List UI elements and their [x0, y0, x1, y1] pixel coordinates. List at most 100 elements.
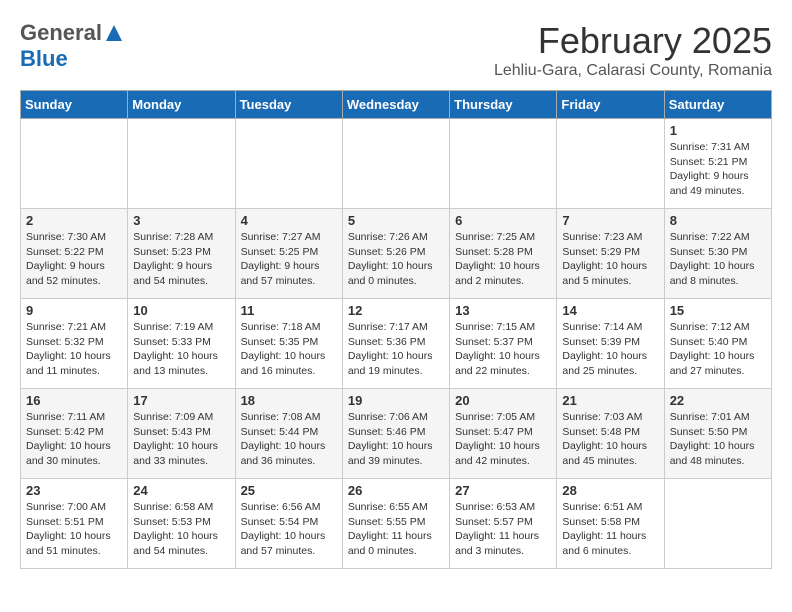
calendar-cell — [342, 119, 449, 209]
week-row-1: 2 Sunrise: 7:30 AM Sunset: 5:22 PM Daylig… — [21, 209, 772, 299]
day-number: 1 — [670, 123, 766, 138]
calendar-cell — [557, 119, 664, 209]
week-row-0: 1 Sunrise: 7:31 AM Sunset: 5:21 PM Daylig… — [21, 119, 772, 209]
day-number: 13 — [455, 303, 551, 318]
day-info: Sunrise: 7:22 AM Sunset: 5:30 PM Dayligh… — [670, 230, 766, 289]
day-number: 4 — [241, 213, 337, 228]
calendar-cell: 17 Sunrise: 7:09 AM Sunset: 5:43 PM Dayli… — [128, 389, 235, 479]
title-block: February 2025 Lehliu-Gara, Calarasi Coun… — [494, 20, 772, 80]
day-number: 22 — [670, 393, 766, 408]
header-day-friday: Friday — [557, 91, 664, 119]
day-info: Sunrise: 7:15 AM Sunset: 5:37 PM Dayligh… — [455, 320, 551, 379]
day-info: Sunrise: 6:51 AM Sunset: 5:58 PM Dayligh… — [562, 500, 658, 559]
calendar-cell: 24 Sunrise: 6:58 AM Sunset: 5:53 PM Dayli… — [128, 479, 235, 569]
day-number: 14 — [562, 303, 658, 318]
day-number: 25 — [241, 483, 337, 498]
day-number: 19 — [348, 393, 444, 408]
calendar-cell: 9 Sunrise: 7:21 AM Sunset: 5:32 PM Daylig… — [21, 299, 128, 389]
day-number: 12 — [348, 303, 444, 318]
day-number: 24 — [133, 483, 229, 498]
calendar-cell: 14Sunrise: 7:14 AM Sunset: 5:39 PM Dayli… — [557, 299, 664, 389]
header-day-sunday: Sunday — [21, 91, 128, 119]
header-day-wednesday: Wednesday — [342, 91, 449, 119]
calendar-cell: 10 Sunrise: 7:19 AM Sunset: 5:33 PM Dayli… — [128, 299, 235, 389]
calendar-cell: 23 Sunrise: 7:00 AM Sunset: 5:51 PM Dayli… — [21, 479, 128, 569]
calendar-cell: 27Sunrise: 6:53 AM Sunset: 5:57 PM Dayli… — [450, 479, 557, 569]
calendar-cell — [128, 119, 235, 209]
calendar-cell: 6 Sunrise: 7:25 AM Sunset: 5:28 PM Daylig… — [450, 209, 557, 299]
day-number: 27 — [455, 483, 551, 498]
logo-icon — [104, 23, 124, 43]
day-number: 7 — [562, 213, 658, 228]
day-info: Sunrise: 7:31 AM Sunset: 5:21 PM Dayligh… — [670, 140, 766, 199]
day-info: Sunrise: 7:30 AM Sunset: 5:22 PM Dayligh… — [26, 230, 122, 289]
calendar-table: SundayMondayTuesdayWednesdayThursdayFrid… — [20, 90, 772, 569]
day-info: Sunrise: 7:25 AM Sunset: 5:28 PM Dayligh… — [455, 230, 551, 289]
calendar-cell: 21 Sunrise: 7:03 AM Sunset: 5:48 PM Dayli… — [557, 389, 664, 479]
calendar-cell: 5 Sunrise: 7:26 AM Sunset: 5:26 PM Daylig… — [342, 209, 449, 299]
day-info: Sunrise: 7:19 AM Sunset: 5:33 PM Dayligh… — [133, 320, 229, 379]
day-number: 20 — [455, 393, 551, 408]
day-info: Sunrise: 7:26 AM Sunset: 5:26 PM Dayligh… — [348, 230, 444, 289]
day-number: 17 — [133, 393, 229, 408]
week-row-2: 9 Sunrise: 7:21 AM Sunset: 5:32 PM Daylig… — [21, 299, 772, 389]
calendar-cell: 13 Sunrise: 7:15 AM Sunset: 5:37 PM Dayli… — [450, 299, 557, 389]
calendar-cell: 12 Sunrise: 7:17 AM Sunset: 5:36 PM Dayli… — [342, 299, 449, 389]
day-number: 8 — [670, 213, 766, 228]
day-number: 9 — [26, 303, 122, 318]
day-info: Sunrise: 7:01 AM Sunset: 5:50 PM Dayligh… — [670, 410, 766, 469]
day-number: 10 — [133, 303, 229, 318]
calendar-cell: 20Sunrise: 7:05 AM Sunset: 5:47 PM Dayli… — [450, 389, 557, 479]
day-info: Sunrise: 7:11 AM Sunset: 5:42 PM Dayligh… — [26, 410, 122, 469]
logo-general-text: General — [20, 20, 102, 46]
calendar-cell: 16 Sunrise: 7:11 AM Sunset: 5:42 PM Dayli… — [21, 389, 128, 479]
day-info: Sunrise: 7:09 AM Sunset: 5:43 PM Dayligh… — [133, 410, 229, 469]
calendar-cell: 2 Sunrise: 7:30 AM Sunset: 5:22 PM Daylig… — [21, 209, 128, 299]
day-info: Sunrise: 7:21 AM Sunset: 5:32 PM Dayligh… — [26, 320, 122, 379]
day-number: 3 — [133, 213, 229, 228]
day-info: Sunrise: 7:08 AM Sunset: 5:44 PM Dayligh… — [241, 410, 337, 469]
calendar-header-row: SundayMondayTuesdayWednesdayThursdayFrid… — [21, 91, 772, 119]
day-number: 2 — [26, 213, 122, 228]
header-day-thursday: Thursday — [450, 91, 557, 119]
calendar-cell: 22 Sunrise: 7:01 AM Sunset: 5:50 PM Dayli… — [664, 389, 771, 479]
week-row-3: 16 Sunrise: 7:11 AM Sunset: 5:42 PM Dayli… — [21, 389, 772, 479]
day-number: 15 — [670, 303, 766, 318]
calendar-cell: 25 Sunrise: 6:56 AM Sunset: 5:54 PM Dayli… — [235, 479, 342, 569]
day-info: Sunrise: 6:56 AM Sunset: 5:54 PM Dayligh… — [241, 500, 337, 559]
day-info: Sunrise: 7:12 AM Sunset: 5:40 PM Dayligh… — [670, 320, 766, 379]
calendar-cell — [21, 119, 128, 209]
day-number: 5 — [348, 213, 444, 228]
day-info: Sunrise: 7:06 AM Sunset: 5:46 PM Dayligh… — [348, 410, 444, 469]
day-info: Sunrise: 6:58 AM Sunset: 5:53 PM Dayligh… — [133, 500, 229, 559]
page-header: General Blue February 2025 Lehliu-Gara, … — [20, 20, 772, 80]
calendar-cell: 26Sunrise: 6:55 AM Sunset: 5:55 PM Dayli… — [342, 479, 449, 569]
day-info: Sunrise: 7:03 AM Sunset: 5:48 PM Dayligh… — [562, 410, 658, 469]
calendar-cell: 1 Sunrise: 7:31 AM Sunset: 5:21 PM Daylig… — [664, 119, 771, 209]
calendar-cell — [664, 479, 771, 569]
day-info: Sunrise: 7:23 AM Sunset: 5:29 PM Dayligh… — [562, 230, 658, 289]
day-number: 23 — [26, 483, 122, 498]
day-info: Sunrise: 7:17 AM Sunset: 5:36 PM Dayligh… — [348, 320, 444, 379]
day-number: 16 — [26, 393, 122, 408]
day-number: 6 — [455, 213, 551, 228]
logo-blue-text: Blue — [20, 46, 68, 71]
day-info: Sunrise: 6:55 AM Sunset: 5:55 PM Dayligh… — [348, 500, 444, 559]
location-title: Lehliu-Gara, Calarasi County, Romania — [494, 62, 772, 80]
calendar-cell: 18 Sunrise: 7:08 AM Sunset: 5:44 PM Dayli… — [235, 389, 342, 479]
day-number: 18 — [241, 393, 337, 408]
calendar-cell: 8 Sunrise: 7:22 AM Sunset: 5:30 PM Daylig… — [664, 209, 771, 299]
calendar-cell: 3 Sunrise: 7:28 AM Sunset: 5:23 PM Daylig… — [128, 209, 235, 299]
day-number: 21 — [562, 393, 658, 408]
day-info: Sunrise: 7:28 AM Sunset: 5:23 PM Dayligh… — [133, 230, 229, 289]
week-row-4: 23 Sunrise: 7:00 AM Sunset: 5:51 PM Dayli… — [21, 479, 772, 569]
day-info: Sunrise: 7:00 AM Sunset: 5:51 PM Dayligh… — [26, 500, 122, 559]
calendar-cell: 19 Sunrise: 7:06 AM Sunset: 5:46 PM Dayli… — [342, 389, 449, 479]
calendar-cell: 11Sunrise: 7:18 AM Sunset: 5:35 PM Dayli… — [235, 299, 342, 389]
calendar-cell: 7 Sunrise: 7:23 AM Sunset: 5:29 PM Daylig… — [557, 209, 664, 299]
day-info: Sunrise: 7:27 AM Sunset: 5:25 PM Dayligh… — [241, 230, 337, 289]
header-day-saturday: Saturday — [664, 91, 771, 119]
calendar-cell: 28 Sunrise: 6:51 AM Sunset: 5:58 PM Dayli… — [557, 479, 664, 569]
day-number: 28 — [562, 483, 658, 498]
calendar-cell — [450, 119, 557, 209]
